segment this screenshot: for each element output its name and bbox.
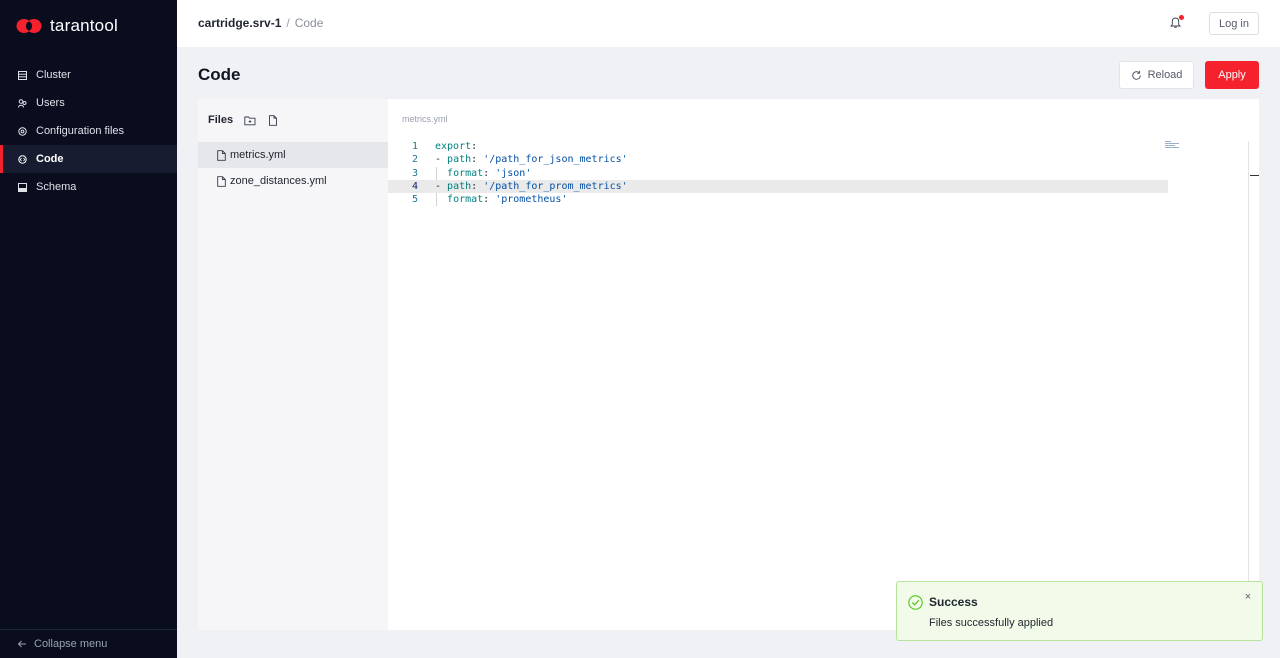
file-tree: Files metrics.yml zone_distances.yml (198, 99, 388, 630)
toast-title: Success (929, 595, 978, 609)
breadcrumb-server[interactable]: cartridge.srv-1 (198, 16, 281, 30)
sidebar-item-schema[interactable]: Schema (0, 173, 177, 201)
main-nav: Cluster Users Configuration files Code S… (0, 61, 177, 201)
schema-icon (18, 182, 27, 192)
line-number: 4 (411, 180, 418, 192)
file-tree-title: Files (208, 114, 234, 126)
sidebar: tarantool Cluster Users Configuration fi… (0, 0, 177, 658)
code-line[interactable]: 1 export: (388, 140, 1168, 153)
editor-file-tab: metrics.yml (402, 114, 448, 124)
breadcrumb-separator: / (286, 16, 290, 30)
line-source: export: (435, 141, 478, 152)
code-icon (18, 154, 27, 164)
new-folder-icon[interactable] (244, 115, 256, 126)
arrow-left-icon (17, 640, 26, 648)
code-line[interactable]: 2 - path: '/path_for_json_metrics' (388, 153, 1168, 166)
file-tree-header: Files (208, 114, 279, 126)
toast-message: Files successfully applied (929, 617, 1054, 629)
file-item-metrics[interactable]: metrics.yml (198, 142, 388, 168)
line-source: format: 'json' (447, 167, 532, 179)
sidebar-item-label: Cluster (36, 69, 71, 81)
login-button[interactable]: Log in (1209, 12, 1259, 35)
file-list: metrics.yml zone_distances.yml (198, 142, 388, 194)
breadcrumb-page: Code (294, 16, 324, 30)
editor-minimap[interactable] (1165, 141, 1187, 149)
gear-icon (18, 126, 27, 136)
file-name: zone_distances.yml (230, 175, 327, 187)
close-icon[interactable]: × (1242, 591, 1254, 603)
sidebar-item-users[interactable]: Users (0, 89, 177, 117)
check-circle-icon (908, 595, 923, 610)
logo[interactable]: tarantool (16, 14, 118, 38)
collapse-menu-button[interactable]: Collapse menu (0, 629, 177, 658)
breadcrumb: cartridge.srv-1 / Code (198, 16, 323, 30)
reload-label: Reload (1147, 69, 1183, 81)
file-item-zone-distances[interactable]: zone_distances.yml (198, 168, 388, 194)
sidebar-item-configuration-files[interactable]: Configuration files (0, 117, 177, 145)
sidebar-item-cluster[interactable]: Cluster (0, 61, 177, 89)
sidebar-item-label: Code (36, 153, 64, 165)
file-name: metrics.yml (230, 149, 286, 161)
line-number: 3 (411, 167, 418, 179)
file-icon (217, 149, 226, 161)
code-line[interactable]: 5 format: 'prometheus' (388, 193, 1168, 207)
top-header: cartridge.srv-1 / Code Log in (177, 0, 1280, 47)
server-icon (18, 70, 27, 80)
sidebar-item-code[interactable]: Code (0, 145, 177, 173)
reload-button[interactable]: Reload (1119, 61, 1194, 89)
page-title: Code (198, 65, 241, 84)
success-toast: Success Files successfully applied × (896, 581, 1263, 641)
notifications-button[interactable] (1170, 15, 1184, 30)
new-file-icon[interactable] (267, 114, 279, 126)
line-source: - path: '/path_for_prom_metrics' (435, 180, 628, 192)
line-source: format: 'prometheus' (447, 194, 568, 206)
collapse-menu-label: Collapse menu (34, 638, 108, 650)
line-source: - path: '/path_for_json_metrics' (435, 154, 628, 166)
sidebar-item-label: Configuration files (36, 125, 125, 137)
code-editor[interactable]: metrics.yml 1 export: 2 - path: '/path_f… (388, 99, 1259, 630)
reload-icon (1131, 70, 1141, 80)
code-line[interactable]: 3 format: 'json' (388, 166, 1168, 180)
notification-dot (1179, 15, 1184, 20)
code-panel: Files metrics.yml zone_distances.yml met… (198, 99, 1259, 630)
file-icon (217, 175, 226, 187)
logo-text: tarantool (50, 16, 118, 35)
apply-button[interactable]: Apply (1205, 61, 1259, 89)
users-icon (18, 98, 27, 108)
line-number: 5 (411, 194, 418, 206)
line-number: 2 (411, 154, 418, 166)
line-number: 1 (411, 141, 418, 152)
code-line-current[interactable]: 4 - path: '/path_for_prom_metrics' (388, 179, 1168, 194)
editor-scrollbar[interactable] (1248, 141, 1249, 630)
sidebar-item-label: Schema (36, 181, 77, 193)
sidebar-item-label: Users (36, 97, 65, 109)
tarantool-logo-icon (16, 19, 42, 33)
code-area[interactable]: 1 export: 2 - path: '/path_for_json_metr… (388, 140, 1168, 207)
editor-scrollbar-thumb[interactable] (1250, 175, 1259, 176)
